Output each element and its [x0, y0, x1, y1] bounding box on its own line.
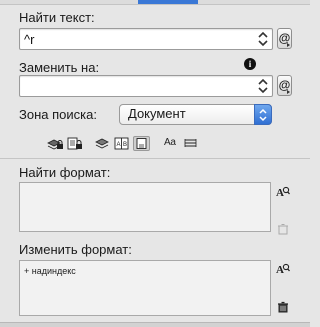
search-scope-label: Зона поиска:: [19, 107, 97, 122]
find-special-chars-button[interactable]: @: [277, 28, 292, 49]
footnotes-icon[interactable]: [133, 136, 150, 151]
replace-with-label: Заменить на:: [19, 60, 100, 75]
find-text-field[interactable]: [19, 28, 273, 50]
find-history-stepper[interactable]: [255, 30, 271, 48]
change-format-item: + надиндекс: [24, 266, 76, 276]
hidden-layers-icon[interactable]: [94, 136, 111, 151]
locked-stories-icon[interactable]: [66, 136, 83, 151]
active-tab-indicator: [138, 0, 198, 4]
replace-with-input[interactable]: [20, 76, 248, 96]
locked-layers-icon[interactable]: [47, 136, 64, 151]
specify-find-format-icon[interactable]: A: [276, 185, 290, 199]
svg-text:A: A: [276, 264, 284, 276]
svg-text:B: B: [123, 142, 127, 148]
find-format-box[interactable]: [19, 182, 271, 232]
search-scope-select[interactable]: Документ: [119, 104, 272, 125]
find-text-label: Найти текст:: [19, 10, 95, 25]
replace-with-field[interactable]: [19, 75, 273, 97]
search-scope-value: Документ: [128, 106, 186, 121]
case-sensitive-icon[interactable]: Aa: [164, 137, 176, 148]
change-format-box[interactable]: + надиндекс: [19, 260, 271, 316]
info-icon[interactable]: i: [244, 58, 256, 70]
chevron-updown-icon: [254, 104, 272, 125]
clear-change-format-icon[interactable]: [277, 301, 291, 315]
find-format-label: Найти формат:: [19, 165, 111, 180]
clear-find-format-icon[interactable]: [277, 223, 291, 237]
replace-special-chars-button[interactable]: @: [277, 75, 292, 96]
change-format-label: Изменить формат:: [19, 242, 132, 257]
svg-text:A: A: [117, 142, 121, 148]
svg-text:A: A: [276, 187, 284, 199]
find-text-input[interactable]: [20, 29, 248, 49]
specify-change-format-icon[interactable]: A: [276, 262, 290, 276]
section-divider: [0, 158, 310, 159]
bottom-edge: [0, 322, 310, 327]
whole-word-icon[interactable]: [182, 136, 199, 151]
replace-history-stepper[interactable]: [255, 77, 271, 95]
master-pages-icon[interactable]: AB: [113, 136, 130, 151]
top-strip: [0, 0, 310, 5]
